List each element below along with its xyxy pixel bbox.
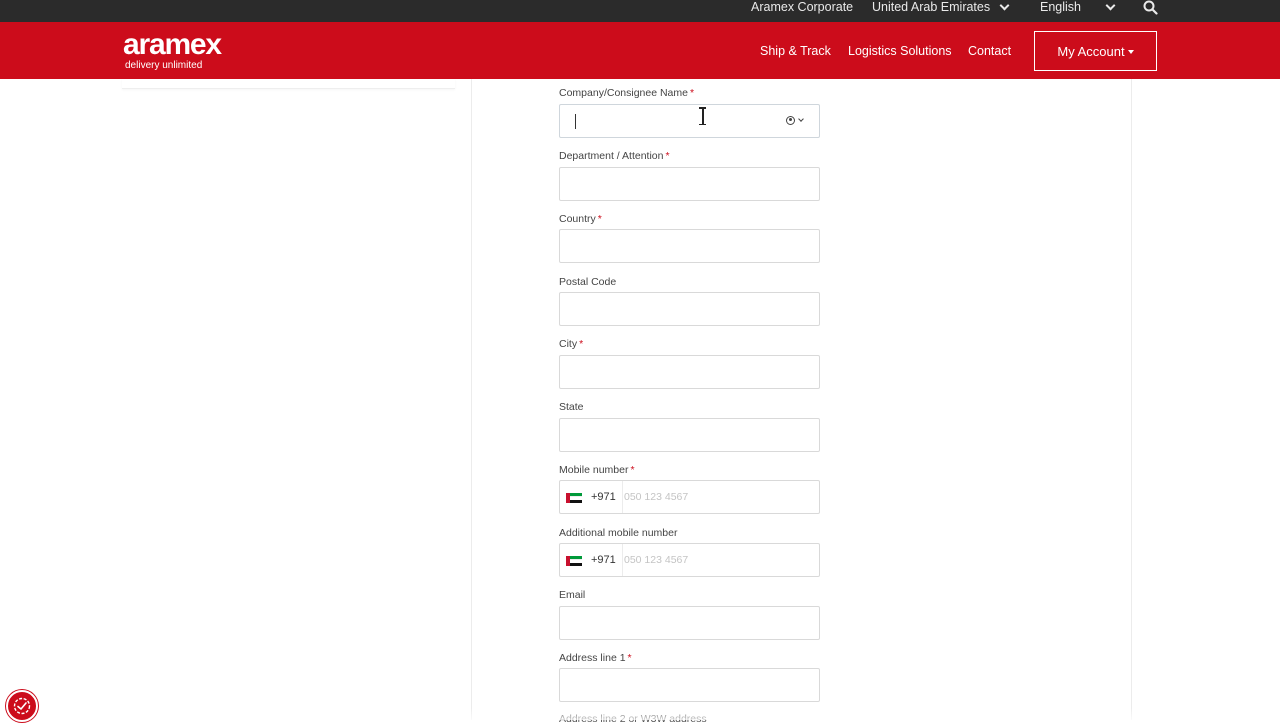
top-utility-bar: Aramex Corporate United Arab Emirates En… (0, 0, 1280, 22)
chevron-down-icon (999, 0, 1010, 11)
divider (622, 544, 623, 576)
my-account-button[interactable]: My Account (1034, 31, 1157, 71)
department-label: Department / Attention * (559, 150, 670, 162)
company-name-input[interactable] (559, 104, 820, 138)
address-line-2-label: Address line 2 or W3W address (559, 713, 707, 725)
mobile-number-input[interactable]: +971 050 123 4567 (559, 480, 820, 514)
additional-mobile-input[interactable]: +971 050 123 4567 (559, 543, 820, 577)
text-cursor (575, 114, 576, 129)
logo-tagline: delivery unlimited (125, 60, 203, 71)
mobile-number-label: Mobile number * (559, 464, 635, 476)
nav-ship-track[interactable]: Ship & Track (760, 44, 831, 58)
country-selector[interactable]: United Arab Emirates (872, 0, 1010, 22)
city-label: City * (559, 338, 584, 350)
dial-code: +971 (591, 554, 616, 566)
search-button[interactable] (1143, 0, 1158, 22)
postal-code-label: Postal Code (559, 276, 617, 288)
language-selector-label: English (1040, 0, 1081, 14)
additional-mobile-label: Additional mobile number (559, 527, 678, 539)
email-label: Email (559, 589, 586, 601)
language-selector[interactable]: English (1040, 0, 1116, 22)
divider (622, 481, 623, 513)
city-input[interactable] (559, 355, 820, 389)
logo-wordmark: aramex (123, 28, 222, 61)
aramex-logo[interactable]: aramex delivery unlimited (123, 28, 222, 72)
chevron-down-icon[interactable] (798, 116, 804, 122)
text-ibeam-cursor-icon (698, 106, 707, 126)
additional-mobile-placeholder: 050 123 4567 (624, 554, 689, 566)
uae-flag-icon[interactable] (566, 556, 582, 566)
main-header: aramex delivery unlimited Ship & Track L… (0, 22, 1280, 79)
my-account-label: My Account (1057, 43, 1125, 59)
nav-logistics-solutions[interactable]: Logistics Solutions (848, 44, 952, 58)
state-label: State (559, 401, 584, 413)
caret-down-icon (1127, 50, 1134, 54)
country-input[interactable] (559, 229, 820, 263)
cookie-consent-button[interactable] (6, 690, 38, 722)
country-selector-label: United Arab Emirates (872, 0, 991, 14)
left-panel (122, 79, 455, 89)
search-icon (1143, 0, 1158, 15)
dial-code: +971 (591, 491, 616, 503)
email-input[interactable] (559, 606, 820, 640)
aramex-corporate-link[interactable]: Aramex Corporate (751, 0, 853, 22)
state-input[interactable] (559, 418, 820, 452)
nav-contact[interactable]: Contact (968, 44, 1011, 58)
uae-flag-icon[interactable] (566, 493, 582, 503)
mobile-placeholder: 050 123 4567 (624, 491, 689, 503)
company-name-label: Company/Consignee Name * (559, 87, 695, 99)
chevron-down-icon (1105, 0, 1116, 11)
address-line-1-input[interactable] (559, 668, 820, 702)
cookie-check-icon (13, 697, 31, 715)
address-line-1-label: Address line 1 * (559, 652, 632, 664)
postal-code-input[interactable] (559, 292, 820, 326)
country-label: Country * (559, 213, 602, 225)
contact-picker-icon[interactable] (786, 116, 795, 125)
department-input[interactable] (559, 167, 820, 201)
